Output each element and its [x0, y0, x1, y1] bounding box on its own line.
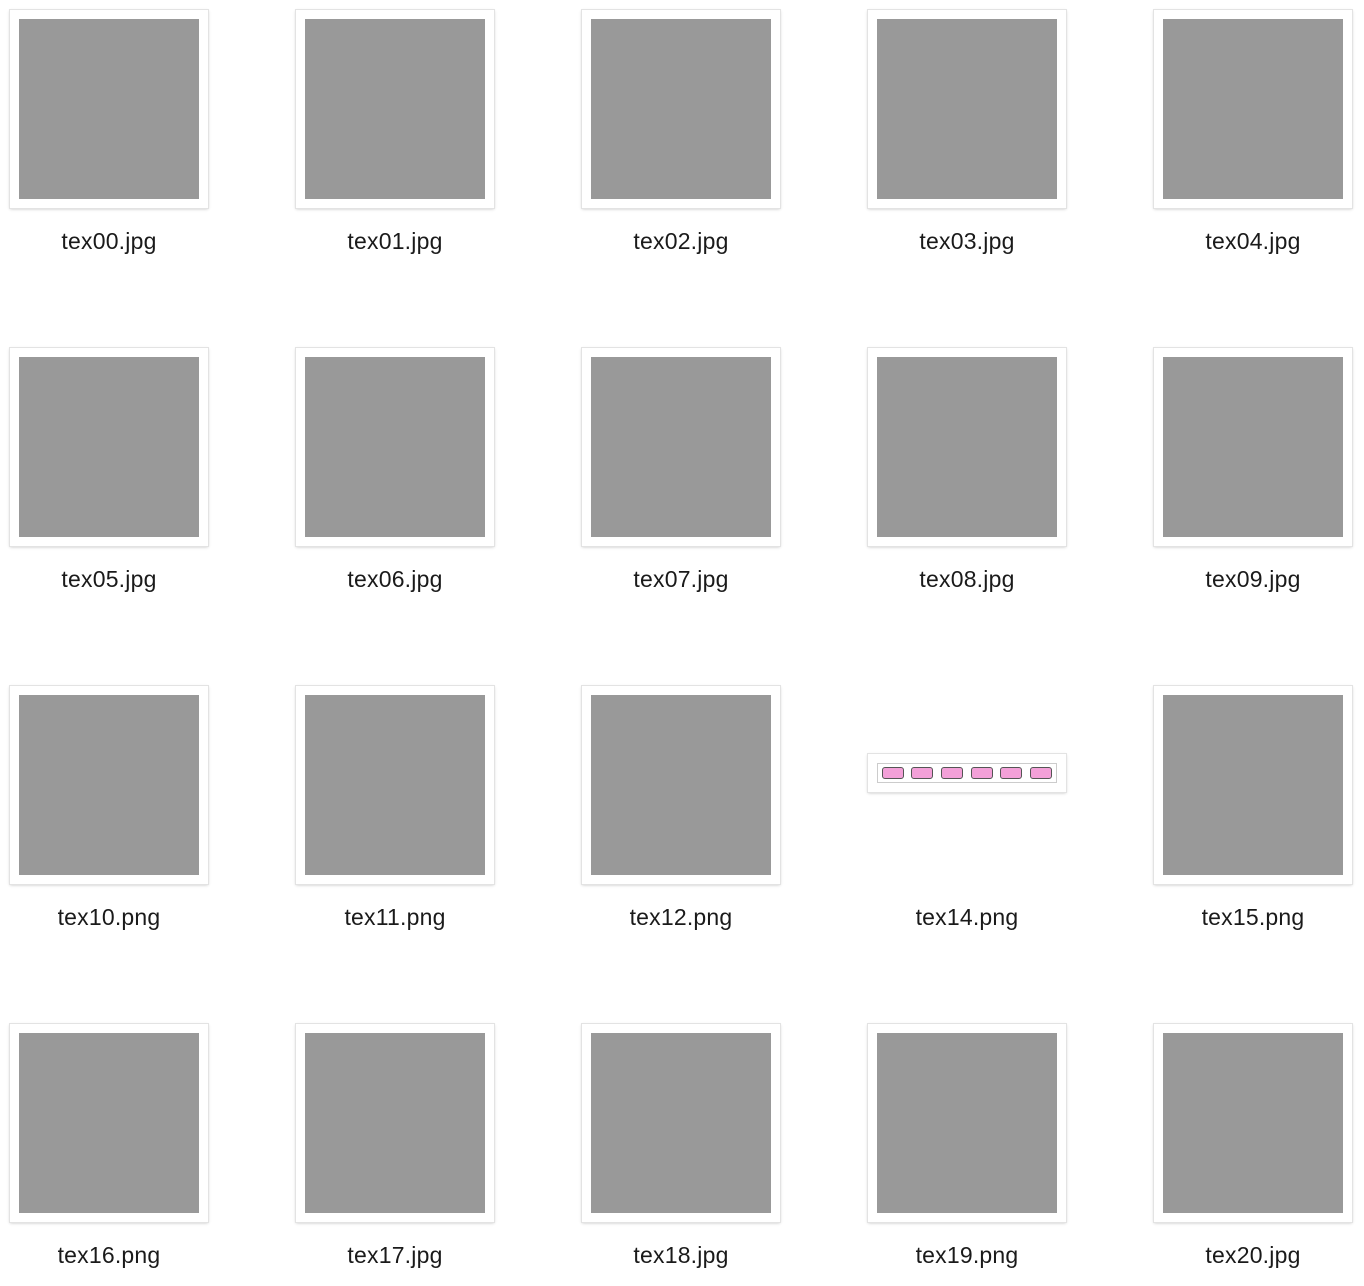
file-thumbnail[interactable]	[868, 754, 1066, 792]
sprite-icon	[941, 767, 964, 779]
image-thumbnail-icon	[1163, 695, 1343, 875]
file-item[interactable]: tex07.jpg	[572, 338, 812, 658]
image-thumbnail-icon	[591, 1033, 771, 1213]
file-thumbnail[interactable]	[296, 1024, 494, 1222]
file-name-label[interactable]: tex00.jpg	[0, 228, 218, 255]
sprite-icon	[881, 767, 904, 779]
sprite-icon	[970, 767, 993, 779]
file-item[interactable]: tex08.jpg	[858, 338, 1098, 658]
file-name-label[interactable]: tex20.jpg	[1144, 1242, 1362, 1269]
file-name-label[interactable]: tex08.jpg	[858, 566, 1076, 593]
file-thumbnail[interactable]	[868, 1024, 1066, 1222]
file-thumbnail[interactable]	[296, 10, 494, 208]
sprite-icon	[1000, 767, 1023, 779]
image-thumbnail-icon	[877, 19, 1057, 199]
file-name-label[interactable]: tex19.png	[858, 1242, 1076, 1269]
file-thumbnail[interactable]	[1154, 686, 1352, 884]
file-item[interactable]: tex17.jpg	[286, 1014, 526, 1286]
image-thumbnail-icon	[19, 1033, 199, 1213]
file-name-label[interactable]: tex07.jpg	[572, 566, 790, 593]
file-name-label[interactable]: tex05.jpg	[0, 566, 218, 593]
image-thumbnail-icon	[591, 695, 771, 875]
file-item[interactable]: tex09.jpg	[1144, 338, 1364, 658]
file-thumbnail[interactable]	[1154, 1024, 1352, 1222]
file-name-label[interactable]: tex18.jpg	[572, 1242, 790, 1269]
sprite-icon	[911, 767, 934, 779]
image-thumbnail-icon	[19, 695, 199, 875]
image-thumbnail-icon	[19, 19, 199, 199]
image-thumbnail-icon	[1163, 1033, 1343, 1213]
file-thumbnail[interactable]	[10, 348, 208, 546]
file-item[interactable]: tex01.jpg	[286, 0, 526, 320]
file-name-label[interactable]: tex02.jpg	[572, 228, 790, 255]
file-item[interactable]: tex04.jpg	[1144, 0, 1364, 320]
file-thumbnail[interactable]	[296, 686, 494, 884]
image-thumbnail-icon	[877, 763, 1057, 783]
file-thumbnail[interactable]	[10, 686, 208, 884]
sprite-icon	[1030, 767, 1053, 779]
file-thumbnail[interactable]	[10, 10, 208, 208]
file-name-label[interactable]: tex15.png	[1144, 904, 1362, 931]
file-thumbnail[interactable]	[296, 348, 494, 546]
file-item[interactable]: tex00.jpg	[0, 0, 240, 320]
file-item[interactable]: tex15.png	[1144, 676, 1364, 996]
file-name-label[interactable]: tex10.png	[0, 904, 218, 931]
file-name-label[interactable]: tex09.jpg	[1144, 566, 1362, 593]
file-item[interactable]: tex11.png	[286, 676, 526, 996]
image-thumbnail-icon	[1163, 19, 1343, 199]
file-icon-grid: tex00.jpg tex01.jpg tex02.jpg tex03.jpg …	[0, 0, 1364, 1286]
file-name-label[interactable]: tex11.png	[286, 904, 504, 931]
file-thumbnail[interactable]	[868, 10, 1066, 208]
file-name-label[interactable]: tex17.jpg	[286, 1242, 504, 1269]
image-thumbnail-icon	[877, 1033, 1057, 1213]
image-thumbnail-icon	[19, 357, 199, 537]
file-item[interactable]: tex14.png	[858, 676, 1098, 996]
image-thumbnail-icon	[591, 19, 771, 199]
file-thumbnail[interactable]	[1154, 348, 1352, 546]
image-thumbnail-icon	[591, 357, 771, 537]
image-thumbnail-icon	[877, 357, 1057, 537]
file-item[interactable]: tex16.png	[0, 1014, 240, 1286]
file-thumbnail[interactable]	[582, 686, 780, 884]
file-item[interactable]: tex20.jpg	[1144, 1014, 1364, 1286]
file-name-label[interactable]: tex12.png	[572, 904, 790, 931]
image-thumbnail-icon	[305, 19, 485, 199]
file-item[interactable]: tex05.jpg	[0, 338, 240, 658]
image-thumbnail-icon	[305, 695, 485, 875]
file-item[interactable]: tex18.jpg	[572, 1014, 812, 1286]
image-thumbnail-icon	[305, 1033, 485, 1213]
file-name-label[interactable]: tex04.jpg	[1144, 228, 1362, 255]
file-name-label[interactable]: tex03.jpg	[858, 228, 1076, 255]
file-name-label[interactable]: tex01.jpg	[286, 228, 504, 255]
image-thumbnail-icon	[1163, 357, 1343, 537]
file-thumbnail[interactable]	[10, 1024, 208, 1222]
file-item[interactable]: tex10.png	[0, 676, 240, 996]
file-thumbnail[interactable]	[582, 348, 780, 546]
image-thumbnail-icon	[305, 357, 485, 537]
file-item[interactable]: tex12.png	[572, 676, 812, 996]
file-name-label[interactable]: tex16.png	[0, 1242, 218, 1269]
file-item[interactable]: tex06.jpg	[286, 338, 526, 658]
file-thumbnail[interactable]	[868, 348, 1066, 546]
file-item[interactable]: tex03.jpg	[858, 0, 1098, 320]
file-thumbnail[interactable]	[582, 10, 780, 208]
file-name-label[interactable]: tex14.png	[858, 904, 1076, 931]
file-thumbnail[interactable]	[1154, 10, 1352, 208]
file-item[interactable]: tex19.png	[858, 1014, 1098, 1286]
file-item[interactable]: tex02.jpg	[572, 0, 812, 320]
file-name-label[interactable]: tex06.jpg	[286, 566, 504, 593]
file-thumbnail[interactable]	[582, 1024, 780, 1222]
